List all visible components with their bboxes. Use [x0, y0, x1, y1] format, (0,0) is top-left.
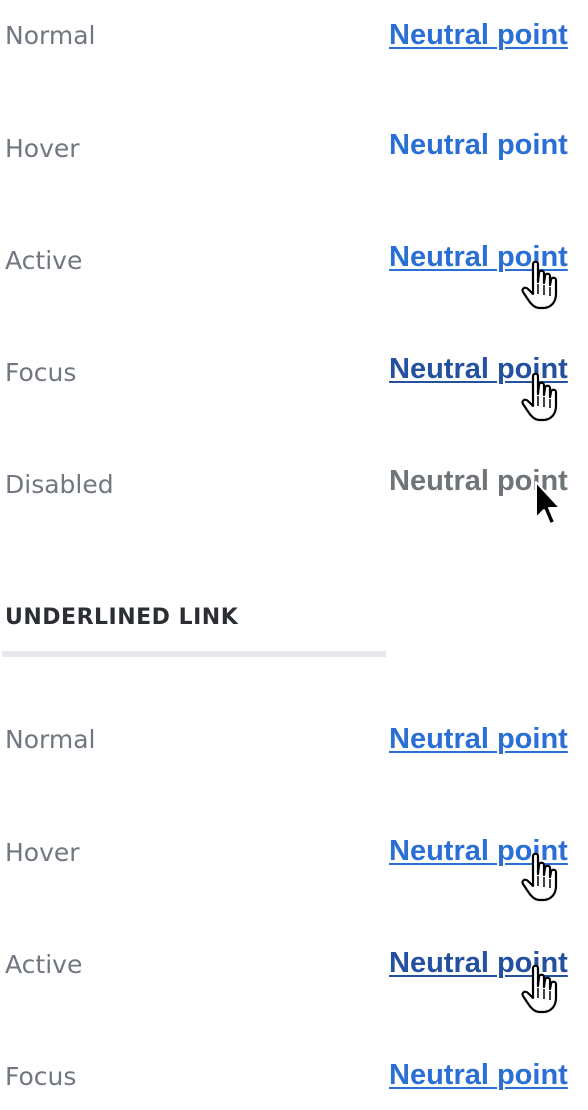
state-label-normal: Normal	[5, 725, 96, 754]
state-label-normal: Normal	[5, 21, 96, 50]
state-label-active: Active	[5, 246, 83, 275]
state-label-hover: Hover	[5, 838, 80, 867]
state-label-focus: Focus	[5, 358, 77, 387]
section-divider	[2, 651, 386, 657]
state-label-active: Active	[5, 950, 83, 979]
hand-pointer-cursor-icon	[520, 372, 564, 424]
hand-pointer-cursor-icon	[520, 964, 564, 1016]
underlined-link-focus[interactable]: Neutral point	[389, 1057, 568, 1093]
state-label-disabled: Disabled	[5, 470, 114, 499]
link-hover[interactable]: Neutral point	[389, 127, 568, 163]
arrow-cursor-icon	[532, 480, 576, 532]
state-label-hover: Hover	[5, 134, 80, 163]
hand-pointer-cursor-icon	[520, 852, 564, 904]
section-title-underlined-link: UNDERLINED LINK	[5, 605, 239, 630]
underlined-link-normal[interactable]: Neutral point	[389, 721, 568, 757]
hand-pointer-cursor-icon	[520, 260, 564, 312]
state-label-focus: Focus	[5, 1062, 77, 1091]
link-normal[interactable]: Neutral point	[389, 17, 568, 53]
